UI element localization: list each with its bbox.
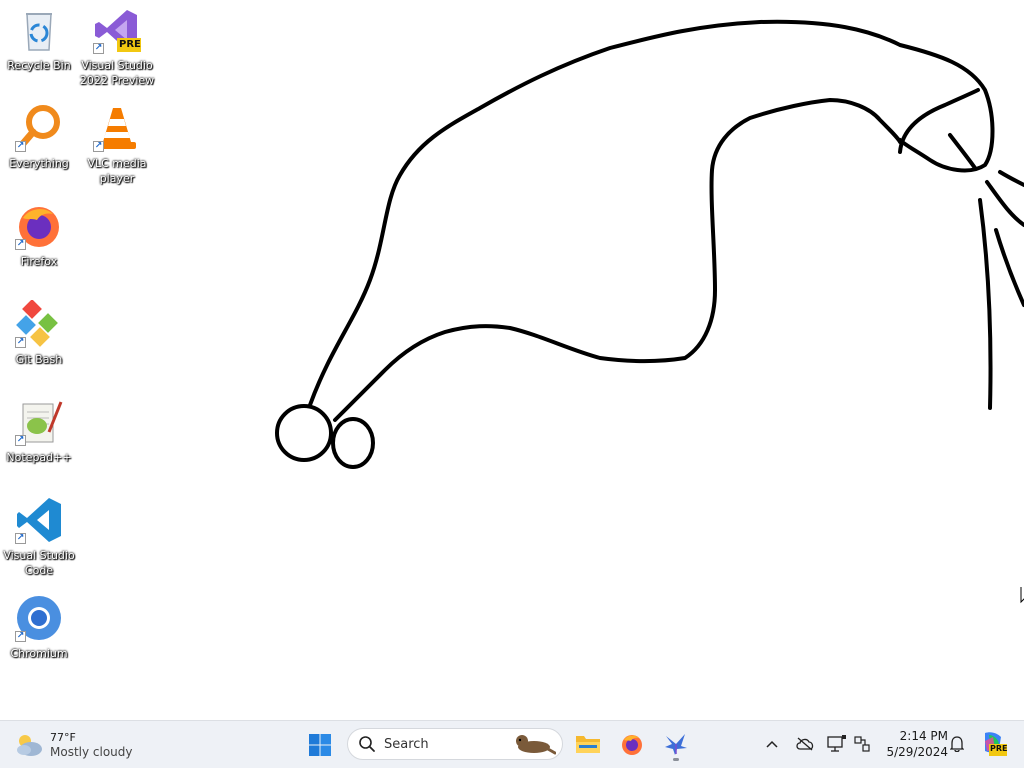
display-tray-button[interactable] [825,732,849,756]
shortcut-arrow-icon: ↗ [15,239,26,250]
drawing-stroke-hair-2 [985,180,1024,227]
feather-icon [665,734,687,755]
desktop-icon-label: Git Bash [15,353,63,366]
shortcut-arrow-icon: ↗ [15,141,26,152]
network-icon [854,736,870,752]
notepad-plus-plus-icon: ↗ [15,398,63,446]
shortcut-arrow-icon: ↗ [15,533,26,544]
everything-search-icon: ↗ [15,104,63,152]
firefox-taskbar-button[interactable] [614,726,650,762]
paint-app-taskbar-button[interactable] [658,726,694,762]
drawing-stroke-pompom-left [275,404,333,462]
chevron-up-icon [766,740,778,748]
chromium-icon: ↗ [15,594,63,642]
running-indicator [673,758,679,761]
firefox-icon: ↗ [15,202,63,250]
copilot-button[interactable]: PRE [978,728,1008,758]
onedrive-tray-button[interactable] [793,732,817,756]
desktop-icon-label: Everything [9,157,69,170]
drawing-stroke-hat-tip [898,88,980,154]
desktop-icon-everything[interactable]: ↗ Everything [1,104,77,171]
bell-icon [950,736,964,752]
monitor-icon [827,735,846,752]
mouse-cursor-icon [1020,587,1024,604]
drawing-stroke-hair-1 [978,198,993,410]
drawing-stroke-hair-4 [998,170,1024,187]
desktop-icon-git-bash[interactable]: ↗ Git Bash [1,299,77,367]
git-bash-icon: ↗ [15,299,63,348]
shortcut-arrow-icon: ↗ [93,43,104,54]
shortcut-arrow-icon: ↗ [93,141,104,152]
visual-studio-preview-icon: PRE ↗ [93,6,141,54]
network-tray-button[interactable] [850,732,874,756]
desktop[interactable]: Recycle Bin PRE ↗ Visual Studio 2022 Pre… [0,0,1024,720]
clock-date: 5/29/2024 [886,745,948,759]
copilot-preview-badge: PRE [990,744,1008,753]
taskbar-apps: 2:14 PM 5/29/2024 PRE [0,720,1024,768]
desktop-icon-visual-studio-2022-preview[interactable]: PRE ↗ Visual Studio 2022 Preview [79,6,155,88]
show-hidden-icons-button[interactable] [762,732,782,756]
desktop-icon-label: Firefox [20,255,58,268]
desktop-icon-label: Visual Studio Code [3,549,75,577]
file-explorer-button[interactable] [570,726,606,762]
cloud-offline-icon [796,737,814,751]
desktop-icon-label: Recycle Bin [7,59,71,72]
desktop-icon-notepad-plus-plus[interactable]: ↗ Notepad++ [1,398,77,465]
drawing-stroke-hair-3 [994,228,1024,307]
clock[interactable]: 2:14 PM 5/29/2024 [878,728,948,760]
vlc-cone-icon: ↗ [93,104,141,152]
shortcut-arrow-icon: ↗ [15,435,26,446]
desktop-icon-recycle-bin[interactable]: Recycle Bin [1,6,77,73]
desktop-icon-label: VLC media player [87,157,147,185]
shortcut-arrow-icon: ↗ [15,337,26,348]
desktop-icon-visual-studio-code[interactable]: ↗ Visual Studio Code [1,496,77,578]
clock-time: 2:14 PM [899,729,948,743]
notifications-button[interactable] [946,732,968,756]
desktop-icon-label: Notepad++ [6,451,72,464]
shortcut-arrow-icon: ↗ [15,631,26,642]
preview-badge: PRE [119,39,141,50]
desktop-icon-label: Visual Studio 2022 Preview [79,59,155,87]
desktop-icon-vlc-media-player[interactable]: ↗ VLC media player [79,104,155,186]
vscode-icon: ↗ [15,496,63,544]
desktop-icon-firefox[interactable]: ↗ Firefox [1,202,77,269]
desktop-icon-label: Chromium [10,647,68,660]
drawing-stroke-pompom-right [331,417,375,469]
desktop-icon-chromium[interactable]: ↗ Chromium [1,594,77,661]
recycle-bin-icon [15,6,63,54]
folder-icon [576,736,600,753]
drawing-stroke-hat-inner [948,133,977,170]
firefox-icon [622,735,642,755]
